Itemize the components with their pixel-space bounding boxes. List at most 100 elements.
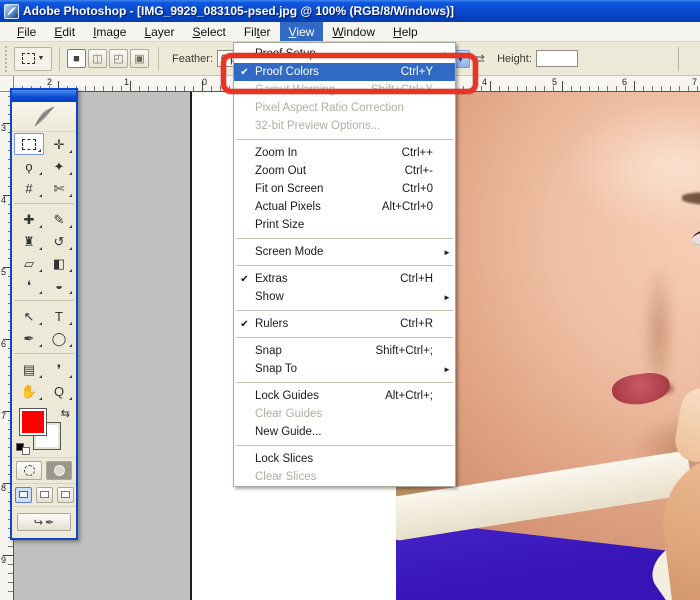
edit-in-imageready-button[interactable]: ↪ ✒ — [17, 513, 71, 531]
menu-file[interactable]: File — [8, 22, 45, 41]
ruler-label: 6 — [1, 339, 6, 349]
menu-edit[interactable]: Edit — [45, 22, 84, 41]
menu-separator — [236, 337, 453, 338]
slice-tool[interactable]: ✄ — [44, 177, 74, 199]
default-colors-icon[interactable] — [16, 443, 30, 455]
ruler-label: 7 — [1, 411, 6, 421]
menu-item-lock-guides[interactable]: Lock GuidesAlt+Ctrl+; — [234, 387, 455, 405]
menu-item-label: Extras — [255, 273, 388, 285]
submenu-arrow-icon: ► — [443, 293, 453, 302]
menu-filter[interactable]: Filter — [235, 22, 280, 41]
menu-item-proof-setup[interactable]: Proof Setup► — [234, 45, 455, 63]
quick-mask-mode-button[interactable] — [46, 461, 72, 480]
menu-item-snap-to[interactable]: Snap To► — [234, 360, 455, 378]
magic-wand-tool[interactable]: ✦ — [44, 155, 74, 177]
menu-item-label: Pixel Aspect Ratio Correction — [255, 102, 421, 114]
crop-tool[interactable]: # — [14, 177, 44, 199]
foreground-color-swatch[interactable] — [20, 409, 46, 435]
swap-dimensions-icon[interactable]: ⇄ — [474, 51, 485, 67]
separator — [678, 47, 679, 71]
zoom-tool[interactable]: Q — [44, 380, 74, 402]
menu-item-fit-on-screen[interactable]: Fit on ScreenCtrl+0 — [234, 180, 455, 198]
menu-item-snap[interactable]: SnapShift+Ctrl+; — [234, 342, 455, 360]
menu-view[interactable]: View — [280, 22, 324, 41]
ellipse-tool[interactable]: ◯ — [44, 327, 74, 349]
new-selection-button[interactable]: ■ — [67, 49, 86, 68]
blur-tool[interactable]: ❛ — [14, 274, 44, 296]
menu-item-proof-colors[interactable]: ✔Proof ColorsCtrl+Y — [234, 63, 455, 81]
ruler-label: 5 — [1, 267, 6, 277]
menu-item-show[interactable]: Show► — [234, 288, 455, 306]
healing-brush-tool[interactable]: ✚ — [14, 208, 44, 230]
menu-item-label: New Guide... — [255, 426, 421, 438]
path-selection-tool[interactable]: ↖ — [14, 305, 44, 327]
separator — [59, 47, 60, 71]
checkmark-icon: ✔ — [234, 274, 255, 285]
tool-group-separator — [14, 296, 74, 301]
jump-arrow-icon: ↪ — [34, 516, 43, 529]
menu-item-actual-pixels[interactable]: Actual PixelsAlt+Ctrl+0 — [234, 198, 455, 216]
menu-item-print-size[interactable]: Print Size — [234, 216, 455, 234]
menu-item-rulers[interactable]: ✔RulersCtrl+R — [234, 315, 455, 333]
add-to-selection-button[interactable]: ◫ — [88, 49, 107, 68]
notes-tool[interactable]: ▤ — [14, 358, 44, 380]
ruler-label: 2 — [47, 77, 52, 87]
ruler-label: 8 — [1, 483, 6, 493]
standard-screen-mode-button[interactable] — [15, 487, 32, 503]
menu-separator — [236, 139, 453, 140]
submenu-arrow-icon: ► — [443, 248, 453, 257]
menu-item-clear-guides: Clear Guides — [234, 405, 455, 423]
brush-tool[interactable]: ✎ — [44, 208, 74, 230]
menu-help[interactable]: Help — [384, 22, 427, 41]
fullscreen-mode-button[interactable] — [57, 487, 74, 503]
hand-tool[interactable]: ✋ — [14, 380, 44, 402]
eyedropper-tool[interactable]: ❜ — [44, 358, 74, 380]
rectangular-marquee-icon — [22, 139, 36, 150]
rectangular-marquee-tool[interactable] — [14, 133, 44, 155]
imageready-feather-icon: ✒ — [45, 516, 54, 529]
options-bar-grip[interactable] — [3, 46, 9, 72]
menu-item-new-guide[interactable]: New Guide... — [234, 423, 455, 441]
move-tool[interactable]: ✛ — [44, 133, 74, 155]
lasso-tool[interactable]: ϙ — [14, 155, 44, 177]
menu-item-label: Zoom Out — [255, 165, 393, 177]
subtract-from-selection-button[interactable]: ◰ — [109, 49, 128, 68]
menu-item-label: Rulers — [255, 318, 388, 330]
separator — [158, 47, 159, 71]
menu-item-extras[interactable]: ✔Extras Ctrl+H — [234, 270, 455, 288]
standard-mode-button[interactable] — [16, 461, 42, 480]
menu-item-lock-slices[interactable]: Lock Slices — [234, 450, 455, 468]
menu-item-label: Proof Colors — [255, 66, 389, 78]
height-input[interactable] — [536, 50, 578, 67]
tool-group-separator — [14, 199, 74, 204]
photoshop-app-icon — [4, 4, 19, 19]
menu-image[interactable]: Image — [84, 22, 135, 41]
dodge-tool[interactable]: ◒ — [44, 274, 74, 296]
eraser-tool[interactable]: ▱ — [14, 252, 44, 274]
history-brush-tool[interactable]: ↺ — [44, 230, 74, 252]
menu-item-screen-mode[interactable]: Screen Mode► — [234, 243, 455, 261]
tool-preset-picker[interactable]: ▼ — [14, 47, 52, 71]
fullscreen-with-menu-button[interactable] — [36, 487, 53, 503]
menu-item-zoom-out[interactable]: Zoom OutCtrl+- — [234, 162, 455, 180]
swap-colors-icon[interactable]: ⇆ — [61, 407, 70, 420]
menu-window[interactable]: Window — [323, 22, 384, 41]
color-swatches: ⇆ — [12, 405, 76, 457]
menu-item-label: Snap — [255, 345, 363, 357]
quick-mask-row — [12, 457, 76, 483]
menu-layer[interactable]: Layer — [135, 22, 183, 41]
menu-item-gamut-warning: Gamut WarningShift+Ctrl+Y — [234, 81, 455, 99]
toolbox-title-bar[interactable] — [12, 90, 76, 102]
gradient-tool[interactable]: ◧ — [44, 252, 74, 274]
type-tool[interactable]: T — [44, 305, 74, 327]
menu-shortcut: Ctrl+H — [400, 273, 443, 285]
chevron-down-icon: ▼ — [38, 55, 45, 62]
menu-separator — [236, 382, 453, 383]
intersect-with-selection-button[interactable]: ▣ — [130, 49, 149, 68]
menu-separator — [236, 445, 453, 446]
menu-select[interactable]: Select — [183, 22, 234, 41]
menu-item-zoom-in[interactable]: Zoom InCtrl++ — [234, 144, 455, 162]
menu-separator — [236, 310, 453, 311]
pen-tool[interactable]: ✒ — [14, 327, 44, 349]
clone-stamp-tool[interactable]: ♜ — [14, 230, 44, 252]
